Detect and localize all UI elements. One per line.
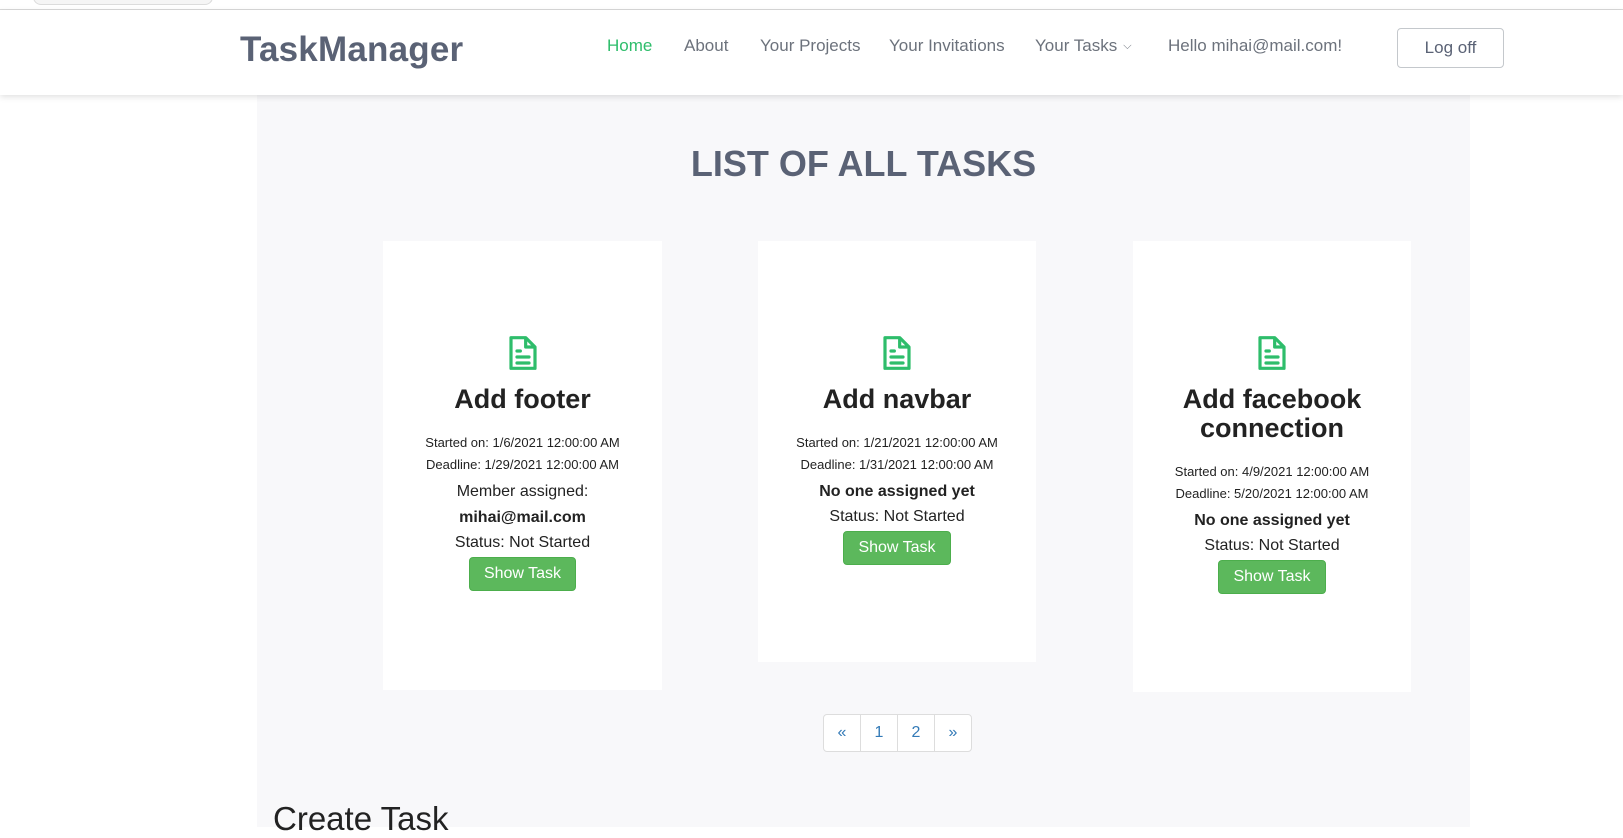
nav-your-invitations[interactable]: Your Invitations: [889, 36, 1005, 56]
chevron-down-icon: ⌵: [1123, 40, 1132, 52]
nav-your-projects[interactable]: Your Projects: [760, 36, 860, 56]
file-text-icon: [883, 336, 911, 370]
pagination-prev[interactable]: «: [824, 715, 861, 751]
nav-home[interactable]: Home: [607, 36, 652, 56]
task-start-date: Started on: 1/21/2021 12:00:00 AM: [796, 435, 998, 450]
task-status: Status: Not Started: [454, 534, 591, 551]
page-title: LIST OF ALL TASKS: [690, 143, 1037, 184]
nav-your-tasks-label: Your Tasks: [1035, 36, 1118, 55]
nav-user-greeting[interactable]: Hello mihai@mail.com!: [1168, 36, 1342, 56]
pagination-page-2[interactable]: 2: [898, 715, 935, 751]
task-card: Add footer Started on: 1/6/2021 12:00:00…: [383, 241, 662, 690]
task-title: Add navbar: [822, 384, 972, 414]
navbar: TaskManager Home About Your Projects You…: [0, 10, 1623, 95]
pagination: « 1 2 »: [823, 714, 972, 752]
file-text-icon: [1258, 336, 1286, 370]
nav-your-tasks-dropdown[interactable]: Your Tasks ⌵: [1035, 36, 1132, 56]
brand-logo[interactable]: TaskManager: [240, 30, 463, 70]
task-deadline: Deadline: 5/20/2021 12:00:00 AM: [1175, 486, 1369, 501]
browser-top-edge: [0, 0, 1623, 10]
task-start-date: Started on: 1/6/2021 12:00:00 AM: [425, 435, 620, 450]
create-task-heading: Create Task: [273, 800, 449, 837]
pagination-next[interactable]: »: [935, 715, 971, 751]
task-deadline: Deadline: 1/29/2021 12:00:00 AM: [426, 457, 619, 472]
task-status: Status: Not Started: [1204, 537, 1340, 554]
member-assigned-value: No one assigned yet: [819, 483, 975, 500]
task-card: Add navbar Started on: 1/21/2021 12:00:0…: [758, 241, 1036, 662]
log-off-button[interactable]: Log off: [1397, 28, 1504, 68]
show-task-button[interactable]: Show Task: [843, 531, 951, 565]
nav-about[interactable]: About: [684, 36, 728, 56]
task-title: Add footer: [454, 384, 591, 414]
file-text-icon: [508, 336, 537, 370]
pagination-page-1[interactable]: 1: [861, 715, 898, 751]
main-content: LIST OF ALL TASKS Add footer Started on:…: [257, 95, 1470, 837]
member-assigned-label: Member assigned:: [456, 483, 589, 500]
member-assigned-value: mihai@mail.com: [459, 509, 586, 526]
task-title: Add facebook connection: [1182, 384, 1362, 443]
show-task-button[interactable]: Show Task: [468, 557, 577, 591]
task-card: Add facebook connection Started on: 4/9/…: [1133, 241, 1411, 692]
show-task-button[interactable]: Show Task: [1218, 560, 1326, 594]
browser-tab-stub: [33, 0, 213, 5]
task-start-date: Started on: 4/9/2021 12:00:00 AM: [1174, 464, 1370, 479]
task-status: Status: Not Started: [829, 508, 965, 525]
task-deadline: Deadline: 1/31/2021 12:00:00 AM: [800, 457, 994, 472]
member-assigned-value: No one assigned yet: [1194, 512, 1350, 529]
